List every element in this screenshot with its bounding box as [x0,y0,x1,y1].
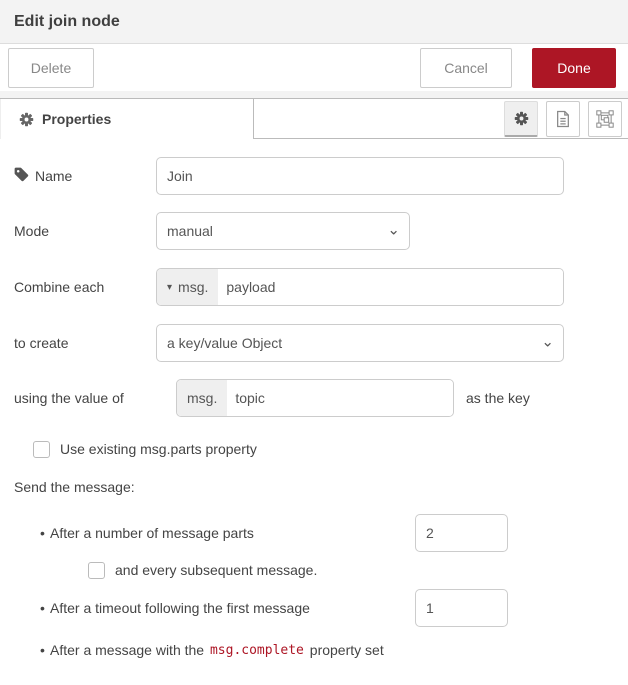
properties-form: Name Mode manual ⌄ Combine each ▾ msg. [0,139,628,660]
mode-row: Mode manual ⌄ [14,212,614,250]
complete-label-after: property set [310,642,384,658]
name-label-text: Name [35,168,72,184]
delete-button[interactable]: Delete [8,48,94,88]
create-label: to create [14,335,156,351]
subsequent-label: and every subsequent message. [115,562,317,578]
key-label-after: as the key [466,390,530,406]
dialog-title: Edit join node [14,13,120,31]
combine-prefix-label: msg. [178,279,208,295]
create-label-text: to create [14,335,68,351]
mode-select-wrap: manual ⌄ [156,212,410,250]
count-row-label: After a number of message parts [50,525,254,541]
dialog-header: Edit join node [0,0,628,44]
combine-label: Combine each [14,279,156,295]
key-typed-input: msg. [176,379,454,417]
tab-strip [0,91,628,99]
mode-select[interactable]: manual [156,212,410,250]
key-msg-prefix-button[interactable]: msg. [177,380,227,416]
name-label: Name [14,167,156,185]
complete-row: After a message with the msg.complete pr… [14,640,614,660]
create-select-wrap: a key/value Object ⌄ [156,324,564,362]
done-button[interactable]: Done [532,48,616,88]
group-selection-icon [596,110,614,128]
name-row: Name [14,157,614,195]
timeout-input[interactable] [415,589,508,627]
key-row: using the value of msg. as the key [14,379,614,417]
node-appearance-button[interactable] [588,101,622,137]
properties-gear-icon [19,112,34,127]
send-section-label: Send the message: [14,479,614,495]
combine-row: Combine each ▾ msg. [14,268,614,306]
combine-label-text: Combine each [14,279,104,295]
name-input[interactable] [156,157,564,195]
subsequent-checkbox[interactable] [88,562,105,579]
key-property-input[interactable] [227,380,453,416]
tab-button-group [504,99,622,138]
subsequent-row: and every subsequent message. [88,560,614,580]
mode-label: Mode [14,223,156,239]
complete-code: msg.complete [208,643,306,658]
create-select[interactable]: a key/value Object [156,324,564,362]
key-prefix-label: msg. [187,390,217,406]
combine-msg-prefix-button[interactable]: ▾ msg. [157,269,218,305]
tab-bar: Properties [0,99,628,139]
timeout-row-label: After a timeout following the first mess… [50,600,310,616]
key-label-before: using the value of [14,390,176,406]
mode-label-text: Mode [14,223,49,239]
dialog-toolbar: Delete Cancel Done [0,44,628,91]
use-parts-checkbox[interactable] [33,441,50,458]
tab-properties-label: Properties [42,111,111,127]
tag-icon [14,167,29,185]
cancel-button[interactable]: Cancel [420,48,512,88]
count-row: After a number of message parts [14,513,614,553]
create-row: to create a key/value Object ⌄ [14,324,614,362]
node-description-button[interactable] [546,101,580,137]
node-properties-button[interactable] [504,101,538,137]
gear-icon [514,111,529,126]
tab-properties[interactable]: Properties [0,99,254,139]
combine-typed-input: ▾ msg. [156,268,564,306]
document-icon [555,110,571,128]
caret-down-icon: ▾ [167,282,172,293]
count-input[interactable] [415,514,508,552]
use-parts-label: Use existing msg.parts property [60,441,257,457]
timeout-row: After a timeout following the first mess… [14,588,614,628]
use-parts-row: Use existing msg.parts property [33,437,614,461]
complete-label-before: After a message with the [50,642,204,658]
combine-property-input[interactable] [218,269,563,305]
